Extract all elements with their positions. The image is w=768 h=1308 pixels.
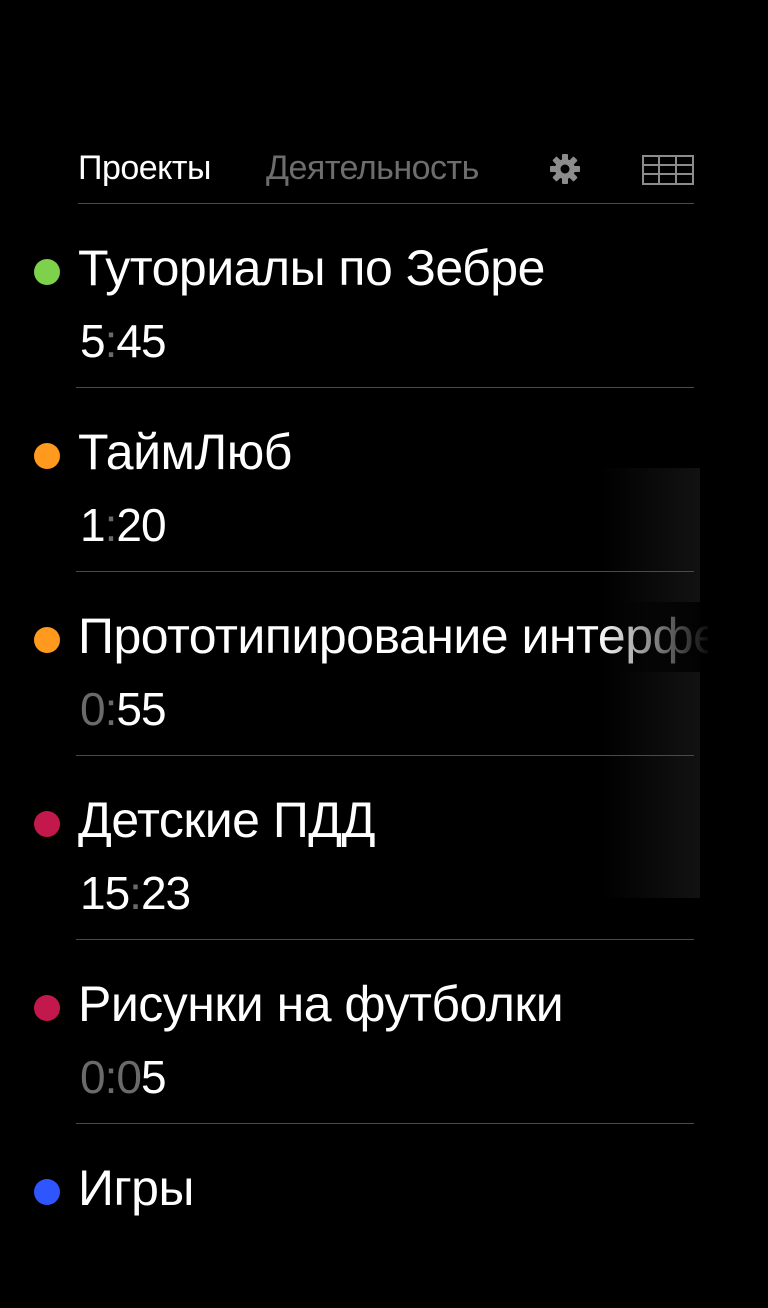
project-item[interactable]: Туториалы по Зебре 5:45: [0, 204, 768, 388]
project-item[interactable]: Прототипирование интерфе 0:55: [0, 572, 768, 756]
header-tabs: Проекты Деятельность: [78, 138, 694, 204]
project-name: ТаймЛюб: [78, 424, 292, 480]
project-item[interactable]: ТаймЛюб 1:20: [0, 388, 768, 572]
project-item[interactable]: Игры: [0, 1124, 768, 1308]
project-time: 0:55: [80, 683, 167, 735]
project-color-dot: [34, 443, 60, 469]
tab-projects[interactable]: Проекты: [78, 148, 211, 188]
tab-activity[interactable]: Деятельность: [266, 148, 479, 188]
project-name: Туториалы по Зебре: [78, 240, 545, 296]
project-color-dot: [34, 259, 60, 285]
project-name: Рисунки на футболки: [78, 976, 564, 1032]
project-name: Игры: [78, 1160, 194, 1216]
project-color-dot: [34, 811, 60, 837]
project-color-dot: [34, 1179, 60, 1205]
gear-icon[interactable]: [548, 152, 582, 191]
project-name: Прототипирование интерфе: [78, 608, 708, 664]
project-item[interactable]: Рисунки на футболки 0:05: [0, 940, 768, 1124]
project-time: 0:05: [80, 1051, 167, 1103]
project-time: 15:23: [80, 867, 191, 919]
project-time: 1:20: [80, 499, 167, 551]
project-color-dot: [34, 627, 60, 653]
project-color-dot: [34, 995, 60, 1021]
grid-icon[interactable]: [642, 155, 694, 190]
project-name: Детские ПДД: [78, 792, 376, 848]
project-item[interactable]: Детские ПДД 15:23: [0, 756, 768, 940]
project-list: Туториалы по Зебре 5:45 ТаймЛюб 1:20 Про…: [0, 204, 768, 1308]
app-screen: Проекты Деятельность Туториалы по Зебре …: [0, 0, 768, 1280]
project-time: 5:45: [80, 315, 167, 367]
